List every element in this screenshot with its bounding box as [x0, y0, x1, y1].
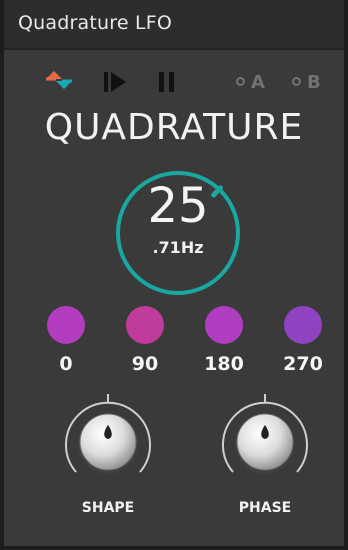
phase-label-270: 270 — [283, 353, 323, 375]
knob-graphic — [222, 394, 308, 474]
mode-title[interactable]: QUADRATURE — [4, 107, 344, 148]
phase-label-180: 180 — [204, 353, 244, 375]
lfo-panel: Quadrature LFO A B QUADRATURE 25 .71Hz 0… — [0, 0, 348, 550]
knob-graphic — [65, 394, 151, 474]
option-b-toggle[interactable]: B — [292, 72, 321, 93]
option-b-label: B — [307, 72, 321, 93]
play-button[interactable] — [100, 68, 130, 96]
phase-label-0: 0 — [59, 353, 73, 375]
waveform-button[interactable] — [42, 68, 78, 96]
option-a-label: A — [251, 72, 265, 93]
controls: A B QUADRATURE 25 .71Hz 0 90 180 270 SHA… — [4, 0, 344, 540]
phase-dot-90 — [126, 306, 164, 344]
play-icon — [104, 72, 126, 92]
pause-button[interactable] — [154, 68, 180, 96]
radio-icon — [236, 77, 245, 86]
phase-dot-270 — [284, 306, 322, 344]
shape-knob[interactable] — [58, 392, 158, 492]
phase-knob[interactable] — [215, 392, 315, 492]
phase-dot-0 — [47, 306, 85, 344]
phase-knob-label: PHASE — [238, 500, 292, 516]
rate-value: 25 — [147, 178, 209, 234]
shape-knob-label: SHAPE — [81, 500, 135, 516]
rate-frequency: .71Hz — [152, 238, 204, 257]
waveform-triangle-icon — [46, 71, 72, 89]
pause-icon — [159, 72, 174, 92]
phase-label-90: 90 — [131, 353, 159, 375]
phase-dot-180 — [205, 306, 243, 344]
option-a-toggle[interactable]: A — [236, 72, 265, 93]
radio-icon — [292, 77, 301, 86]
